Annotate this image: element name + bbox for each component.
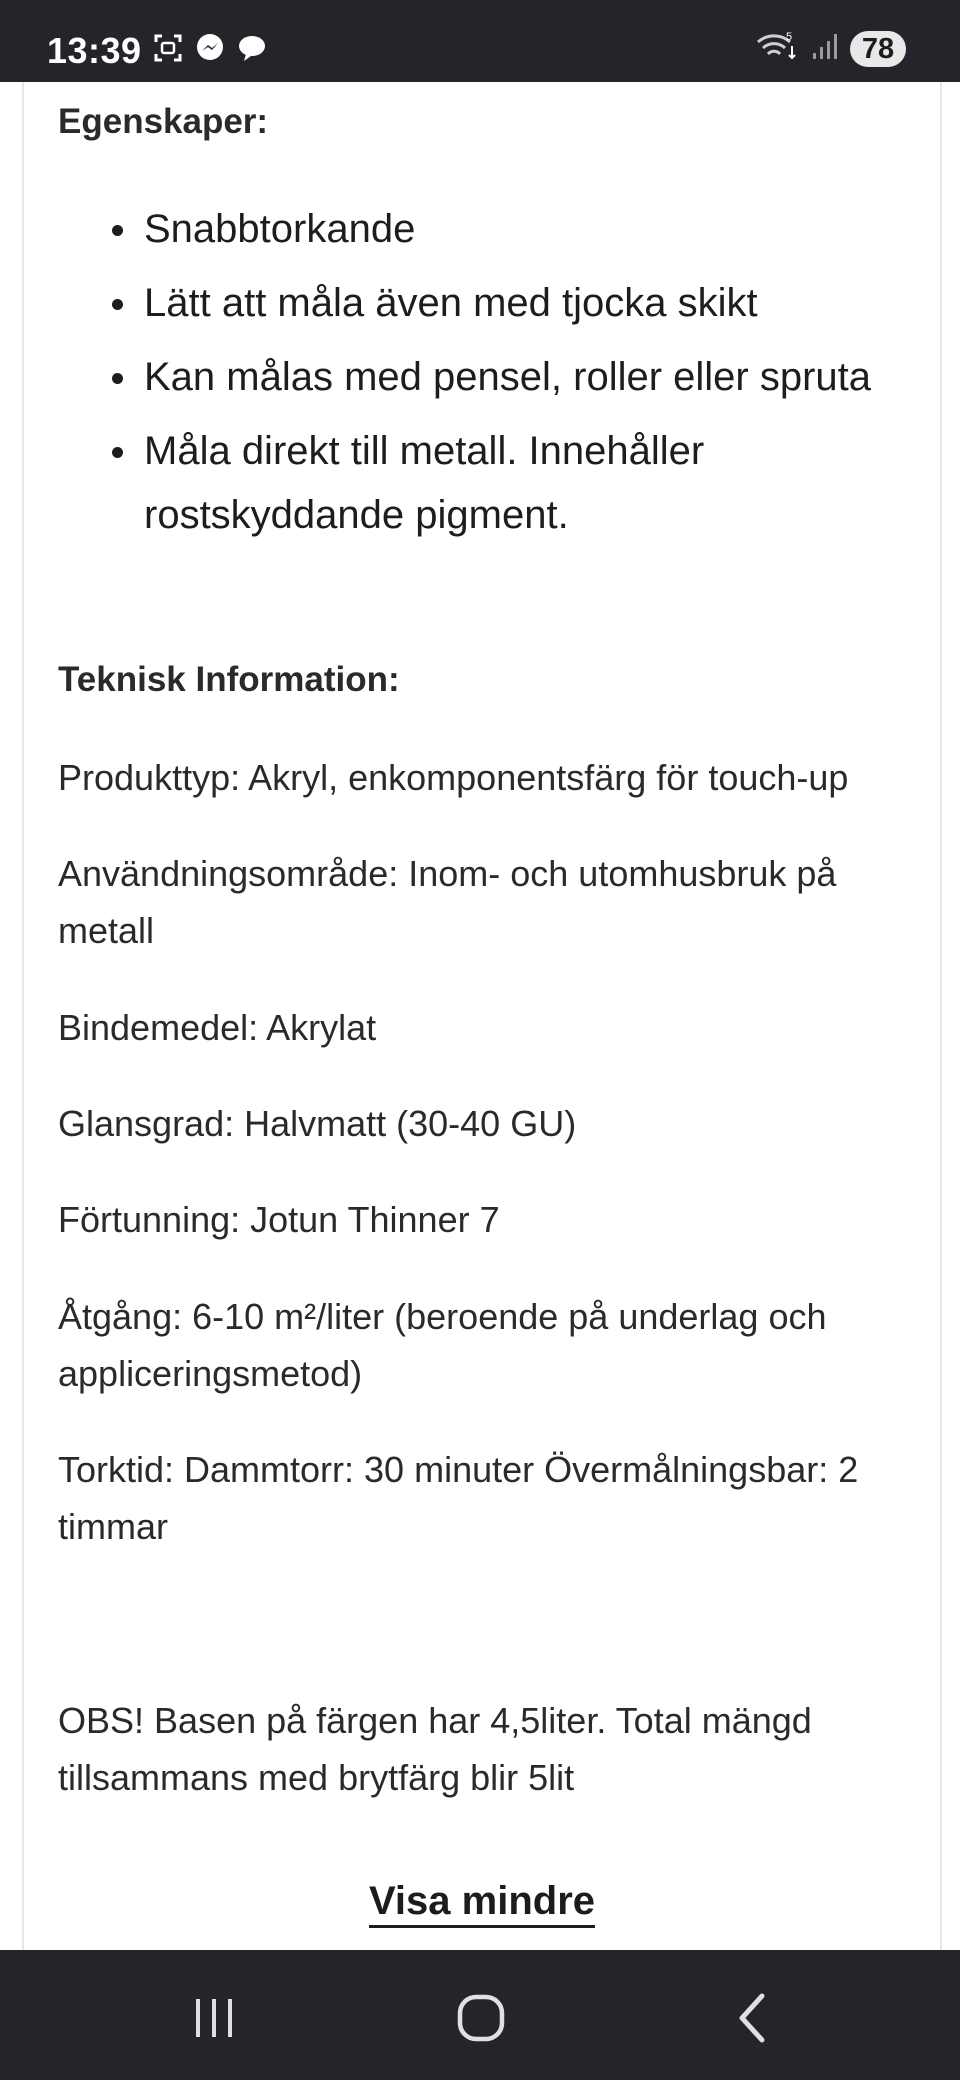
info-fortunning: Förtunning: Jotun Thinner 7 bbox=[58, 1199, 500, 1240]
feature-text: Måla direkt till metall. Innehåller rost… bbox=[144, 429, 705, 537]
status-time: 13:39 bbox=[47, 30, 142, 71]
system-status-icons: 5 78 bbox=[756, 30, 906, 67]
wifi-5g-icon: 5 bbox=[756, 30, 800, 67]
recent-apps-button[interactable] bbox=[184, 1988, 244, 2048]
signal-icon bbox=[812, 31, 838, 66]
feature-list: Snabbtorkande Lätt att måla även med tjo… bbox=[112, 197, 904, 557]
svg-text:5: 5 bbox=[786, 31, 792, 43]
bullet-icon bbox=[112, 299, 123, 310]
chat-bubble-icon bbox=[236, 32, 268, 69]
back-button[interactable] bbox=[722, 1988, 782, 2048]
list-item: Snabbtorkande bbox=[112, 197, 904, 261]
bullet-icon bbox=[112, 447, 123, 458]
list-item: Lätt att måla även med tjocka skikt bbox=[112, 271, 904, 335]
info-anvandningsomrade: Användningsområde: Inom- och utomhusbruk… bbox=[58, 853, 837, 951]
info-produkttyp: Produkttyp: Akryl, enkomponentsfärg för … bbox=[58, 757, 849, 798]
info-glansgrad: Glansgrad: Halvmatt (30-40 GU) bbox=[58, 1103, 577, 1144]
feature-text: Kan målas med pensel, roller eller sprut… bbox=[144, 355, 872, 399]
list-item: Kan målas med pensel, roller eller sprut… bbox=[112, 345, 904, 409]
info-torktid: Torktid: Dammtorr: 30 minuter Övermålnin… bbox=[58, 1449, 859, 1547]
notification-icons bbox=[152, 32, 268, 69]
obs-note: OBS! Basen på färgen har 4,5liter. Total… bbox=[58, 1700, 812, 1798]
show-less-link[interactable]: Visa mindre bbox=[368, 1879, 596, 1928]
home-icon bbox=[457, 1994, 505, 2042]
feature-text: Snabbtorkande bbox=[144, 207, 416, 251]
list-item: Måla direkt till metall. Innehåller rost… bbox=[112, 419, 904, 547]
bullet-icon bbox=[112, 225, 123, 236]
messenger-icon bbox=[194, 32, 226, 69]
recent-apps-icon bbox=[196, 1999, 232, 2037]
home-button[interactable] bbox=[451, 1988, 511, 2048]
battery-indicator: 78 bbox=[850, 30, 906, 67]
info-atgang: Åtgång: 6-10 m²/liter (beroende på under… bbox=[58, 1296, 827, 1394]
info-bindemedel: Bindemedel: Akrylat bbox=[58, 1007, 377, 1048]
feature-text: Lätt att måla även med tjocka skikt bbox=[144, 281, 758, 325]
back-icon bbox=[739, 1993, 765, 2043]
navigation-bar bbox=[0, 1950, 960, 2080]
bullet-icon bbox=[112, 373, 123, 384]
teknisk-heading: Teknisk Information: bbox=[58, 660, 400, 699]
show-less-container: Visa mindre bbox=[24, 1879, 940, 1928]
status-bar: 13:39 5 78 bbox=[0, 0, 960, 82]
screenshot-icon bbox=[152, 32, 184, 69]
product-description: Egenskaper: Snabbtorkande Lätt att måla … bbox=[22, 82, 942, 1950]
egenskaper-heading: Egenskaper: bbox=[58, 102, 269, 141]
